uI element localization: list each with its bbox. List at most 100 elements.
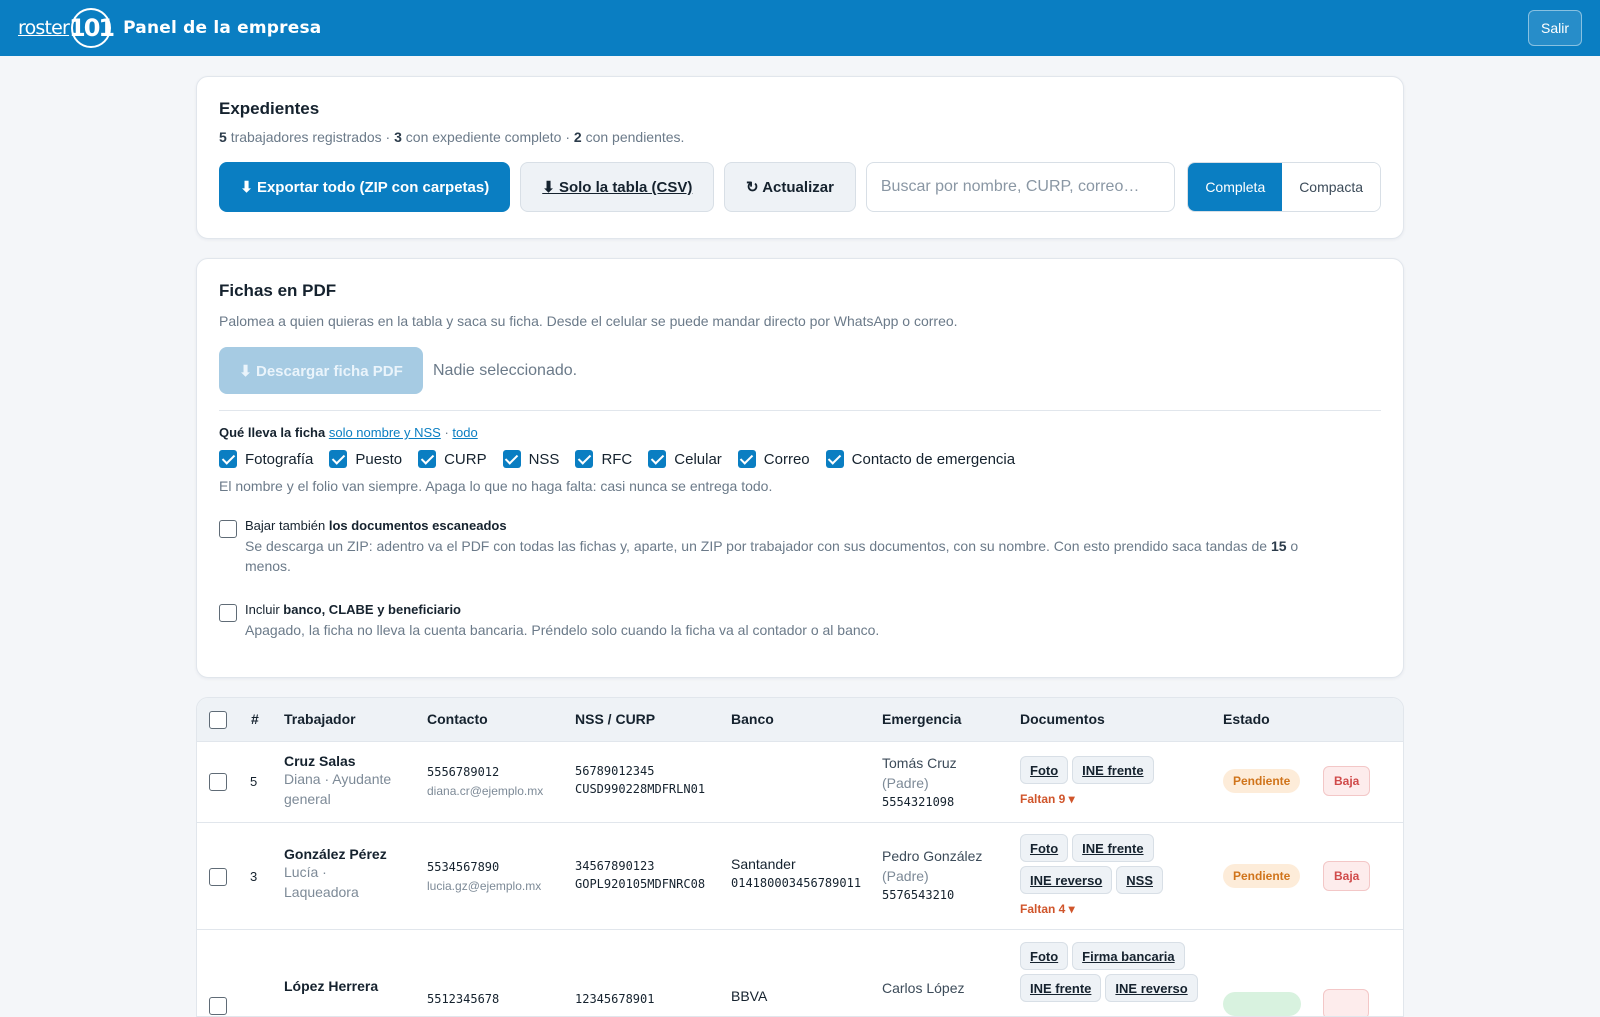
logo-wordmark: roster — [18, 17, 70, 39]
document-chip[interactable]: NSS — [1116, 866, 1163, 894]
nss: 56789012345 — [575, 764, 655, 778]
documents-list: Foto INE frente INE reverso NSS — [1020, 834, 1216, 898]
ids-cell: 56789012345 CUSD990228MDFRLN01 — [575, 764, 705, 796]
field-label: Puesto — [355, 450, 403, 468]
bank-cell: BBVA — [731, 988, 767, 1004]
top-bar: roster 101 Panel de la empresa Salir — [0, 0, 1600, 56]
worker-cell: González Pérez Lucía · Laqueadora — [284, 846, 404, 902]
deactivate-button[interactable]: Baja — [1323, 861, 1371, 891]
scanned-docs-checkbox[interactable] — [219, 520, 237, 538]
fichas-description: Palomea a quien quieras en la tabla y sa… — [219, 313, 958, 329]
col-worker[interactable]: Trabajador — [284, 711, 356, 727]
field-label: NSS — [528, 450, 560, 468]
contact-cell: 5534567890 lucia.gz@ejemplo.mx — [427, 860, 541, 893]
table-row[interactable]: López Herrera 5512345678 12345678901 BBV… — [197, 931, 1403, 1016]
row-select-checkbox[interactable] — [209, 773, 227, 791]
select-all-checkbox[interactable] — [209, 711, 227, 729]
emergency-name: Tomás Cruz — [882, 755, 957, 771]
fields-label: Qué lleva la ficha — [219, 425, 326, 440]
status-cell: Pendiente — [1223, 864, 1301, 888]
bank-info-option[interactable]: Incluir banco, CLABE y beneficiario Apag… — [219, 602, 1381, 640]
contact-cell: 5512345678 — [427, 992, 499, 1006]
emergency-phone: 5576543210 — [882, 888, 955, 902]
checkbox[interactable] — [648, 450, 667, 468]
documents-cell: Foto INE frente Faltan 9 ▾ — [1020, 756, 1216, 806]
checkbox[interactable] — [219, 450, 237, 468]
checkbox[interactable] — [329, 450, 348, 468]
field-position[interactable]: Puesto — [329, 450, 402, 468]
table-row[interactable]: 5 Cruz Salas Diana · Ayudante general 55… — [197, 742, 1403, 823]
worker-cell: Cruz Salas Diana · Ayudante general — [284, 753, 414, 809]
document-chip[interactable]: INE reverso — [1020, 866, 1113, 894]
document-chip[interactable]: Foto — [1020, 942, 1069, 970]
field-nss[interactable]: NSS — [502, 450, 560, 468]
search-input[interactable] — [865, 162, 1176, 212]
logout-button[interactable]: Salir — [1527, 10, 1582, 46]
nss: 34567890123 — [575, 859, 655, 873]
document-chip[interactable]: INE frente — [1020, 974, 1102, 1002]
row-select-checkbox[interactable] — [209, 868, 227, 886]
checkbox[interactable] — [737, 450, 756, 468]
bank-info-title: Incluir banco, CLABE y beneficiario — [245, 602, 1345, 617]
option-prefix: Bajar también — [245, 518, 329, 533]
document-chip[interactable]: Firma bancaria — [1072, 942, 1185, 970]
field-photo[interactable]: Fotografía — [219, 450, 313, 468]
bank-cell: Santander 014180003456789011 — [731, 856, 861, 890]
view-full-option[interactable]: Completa — [1188, 163, 1283, 211]
option-bold: los documentos escaneados — [328, 518, 507, 533]
field-label: Correo — [763, 450, 810, 468]
worker-name-role: Diana · Ayudante general — [284, 771, 392, 807]
view-compact-option[interactable]: Compacta — [1282, 163, 1380, 211]
document-chip[interactable]: INE reverso — [1105, 974, 1198, 1002]
bank-info-checkbox[interactable] — [219, 604, 237, 622]
field-rfc[interactable]: RFC — [575, 450, 632, 468]
checkbox[interactable] — [825, 450, 844, 468]
pending-text: con pendientes. — [585, 129, 685, 145]
status-badge: Pendiente — [1223, 864, 1301, 888]
document-chip[interactable]: Foto — [1020, 834, 1069, 862]
preset-minimal-link[interactable]: solo nombre y NSS — [329, 425, 441, 440]
worker-surname: Cruz Salas — [284, 753, 356, 769]
col-status: Estado — [1223, 711, 1270, 727]
status-badge — [1223, 992, 1301, 1016]
export-zip-button[interactable]: ⬇ Exportar todo (ZIP con carpetas) — [219, 162, 511, 212]
emergency-name: Pedro González — [882, 848, 983, 864]
bank-name: BBVA — [731, 988, 768, 1004]
logo-mark: 101 — [69, 8, 115, 48]
deactivate-button[interactable]: Baja — [1323, 766, 1371, 796]
phone: 5534567890 — [427, 860, 500, 874]
pdf-download-row: ⬇ Descargar ficha PDF Nadie seleccionado… — [219, 347, 1381, 394]
row-number: 5 — [250, 774, 258, 789]
action-cell: Baja — [1323, 861, 1371, 891]
deactivate-button[interactable] — [1323, 989, 1369, 1016]
preset-separator: · — [440, 425, 453, 440]
field-phone[interactable]: Celular — [648, 450, 722, 468]
field-curp[interactable]: CURP — [418, 450, 487, 468]
missing-docs-toggle[interactable]: Faltan 4 ▾ — [1020, 902, 1216, 916]
checkbox[interactable] — [575, 450, 594, 468]
field-email[interactable]: Correo — [737, 450, 810, 468]
checkbox[interactable] — [418, 450, 437, 468]
email: lucia.gz@ejemplo.mx — [427, 879, 542, 893]
field-emergency-contact[interactable]: Contacto de emergencia — [825, 450, 1015, 468]
app-logo[interactable]: roster 101 — [18, 8, 115, 48]
document-chip[interactable]: INE frente — [1072, 756, 1154, 784]
documents-cell: Foto INE frente INE reverso NSS Faltan 4… — [1020, 834, 1216, 916]
batch-size: 15 — [1270, 538, 1287, 554]
complete-count: 3 — [394, 129, 402, 145]
missing-docs-toggle[interactable]: Faltan 9 ▾ — [1020, 792, 1216, 806]
scanned-docs-option[interactable]: Bajar también los documentos escaneados … — [219, 518, 1381, 576]
document-chip[interactable]: Foto — [1020, 756, 1069, 784]
export-csv-button[interactable]: ⬇ Solo la tabla (CSV) — [520, 162, 715, 212]
download-pdf-button[interactable]: ⬇ Descargar ficha PDF — [219, 347, 423, 394]
curp: GOPL920105MDFNRC08 — [575, 877, 706, 891]
checkbox[interactable] — [502, 450, 521, 468]
preset-all-link[interactable]: todo — [452, 425, 477, 440]
refresh-button[interactable]: ↻ Actualizar — [724, 162, 856, 212]
emergency-cell: Carlos López — [882, 978, 965, 998]
ids-cell: 12345678901 — [575, 992, 654, 1006]
document-chip[interactable]: INE frente — [1072, 834, 1154, 862]
option-bold: banco, CLABE y beneficiario — [283, 602, 461, 617]
table-row[interactable]: 3 González Pérez Lucía · Laqueadora 5534… — [197, 824, 1403, 930]
worker-surname: González Pérez — [284, 846, 387, 862]
